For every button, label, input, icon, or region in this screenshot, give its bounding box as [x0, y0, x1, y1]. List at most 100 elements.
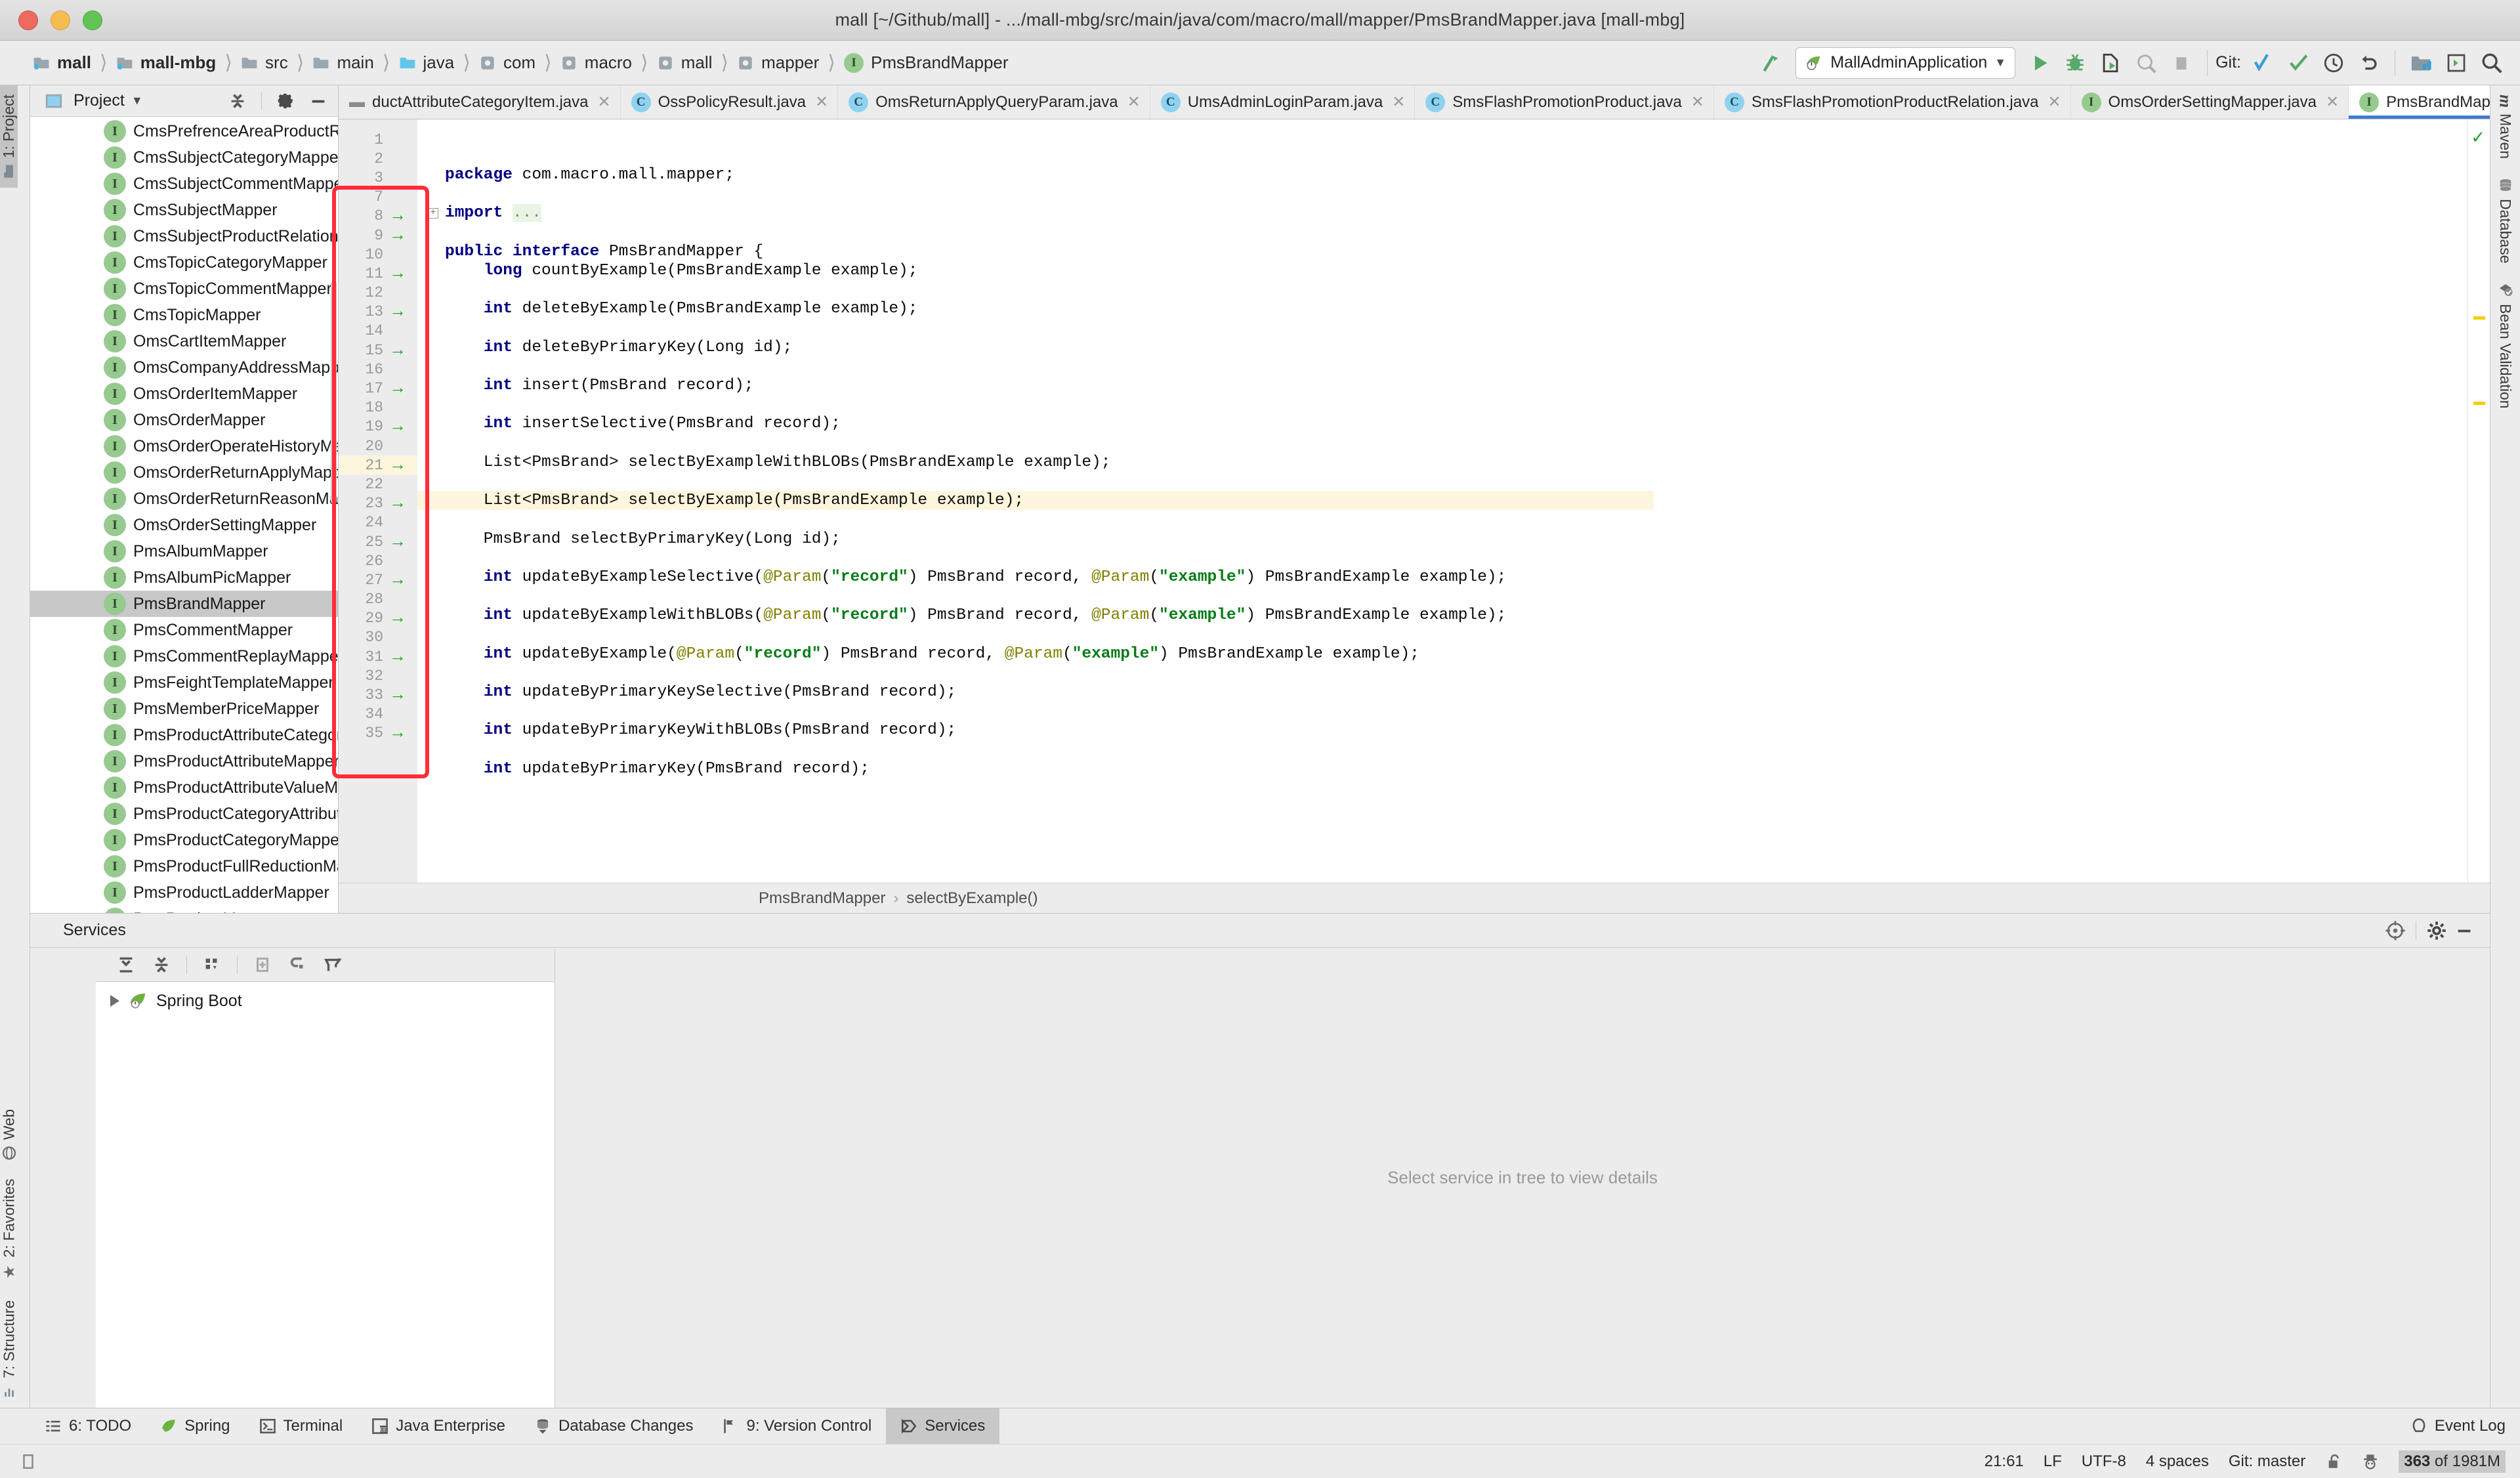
code-line[interactable]: public interface PmsBrandMapper {	[417, 242, 1654, 261]
code-line[interactable]: PmsBrand selectByPrimaryKey(Long id);	[417, 530, 1654, 549]
filter-icon[interactable]	[318, 950, 349, 979]
code-line[interactable]	[417, 740, 1654, 759]
editor-tab[interactable]: ▬ ductAttributeCategoryItem.java ✕	[339, 85, 621, 119]
error-stripe[interactable]: ✓	[2468, 119, 2490, 883]
breadcrumb-member[interactable]: selectByExample()	[906, 889, 1038, 908]
collapse-all-icon[interactable]	[146, 950, 177, 979]
implementation-arrow-icon[interactable]: →	[383, 572, 412, 589]
gutter-line[interactable]: 35 →	[339, 724, 417, 743]
gutter-line[interactable]: 24	[339, 513, 417, 532]
project-tree-scrollbar[interactable]	[331, 281, 337, 504]
gutter-line[interactable]: 16	[339, 360, 417, 379]
code-line[interactable]	[417, 510, 1654, 529]
status-bar-left-icon[interactable]	[20, 1453, 37, 1470]
code-line[interactable]	[417, 395, 1654, 414]
file-encoding[interactable]: UTF-8	[2082, 1452, 2126, 1471]
stripe-mark[interactable]	[2473, 316, 2485, 320]
code-line[interactable]: package com.macro.mall.mapper;	[417, 165, 1654, 184]
code-line[interactable]: int deleteByPrimaryKey(Long id);	[417, 338, 1654, 357]
breadcrumb-item-main[interactable]: main	[310, 41, 376, 85]
gutter-line[interactable]: 14	[339, 322, 417, 341]
editor-tab[interactable]: C OmsReturnApplyQueryParam.java ✕	[838, 85, 1150, 119]
implementation-arrow-icon[interactable]: →	[383, 725, 412, 742]
project-tree-item[interactable]: I PmsAlbumMapper	[30, 538, 338, 564]
breadcrumb-item-src[interactable]: src	[238, 41, 291, 85]
fold-expand-icon[interactable]: +	[428, 208, 438, 219]
gutter-line[interactable]: 30	[339, 628, 417, 647]
git-commit-icon[interactable]	[2280, 45, 2316, 81]
implementation-arrow-icon[interactable]: →	[383, 686, 412, 704]
gutter-line[interactable]: 11 →	[339, 264, 417, 283]
code-line[interactable]	[417, 549, 1654, 568]
search-everywhere-icon[interactable]	[2474, 45, 2510, 81]
editor-tab[interactable]: I OmsOrderSettingMapper.java ✕	[2071, 85, 2349, 119]
code-line[interactable]	[417, 702, 1654, 721]
code-line[interactable]	[417, 280, 1654, 299]
project-tree-item[interactable]: I PmsMemberPriceMapper	[30, 696, 338, 722]
select-in-icon[interactable]	[2439, 45, 2474, 81]
close-icon[interactable]: ✕	[815, 93, 828, 112]
close-icon[interactable]: ✕	[2048, 93, 2061, 112]
code-line[interactable]: List<PmsBrand> selectByExampleWithBLOBs(…	[417, 453, 1654, 472]
editor-tab[interactable]: IPmsBrandMapper.java✕	[2349, 85, 2490, 119]
run-coverage-icon[interactable]	[2093, 45, 2128, 81]
breadcrumb-item-pmsbrandmapper[interactable]: I PmsBrandMapper	[841, 41, 1011, 85]
project-tree-item[interactable]: I CmsSubjectCategoryMapper	[30, 144, 338, 171]
project-tree-item[interactable]: I CmsPrefrenceAreaProductRela	[30, 118, 338, 144]
gutter-line[interactable]: 8 →	[339, 207, 417, 226]
gutter-line[interactable]: 15 →	[339, 341, 417, 360]
gutter-line[interactable]: 7	[339, 188, 417, 207]
project-tree-item[interactable]: I PmsProductCategoryAttributeR	[30, 801, 338, 827]
implementation-arrow-icon[interactable]: →	[383, 648, 412, 665]
gutter-line[interactable]: 12	[339, 284, 417, 303]
code-line[interactable]: int deleteByExample(PmsBrandExample exam…	[417, 299, 1654, 318]
code-line[interactable]: + import ...	[417, 203, 1654, 222]
implementation-arrow-icon[interactable]: →	[383, 380, 412, 397]
project-tree-item[interactable]: I CmsTopicMapper	[30, 302, 338, 328]
project-tree-item[interactable]: I OmsOrderMapper	[30, 407, 338, 433]
hide-panel-icon[interactable]	[2450, 917, 2478, 944]
services-tree[interactable]: Spring Boot	[96, 982, 555, 1408]
code-line[interactable]	[417, 625, 1654, 644]
gutter-line[interactable]: 20	[339, 436, 417, 455]
breadcrumb-item-macro[interactable]: macro	[558, 41, 635, 85]
project-tree-item[interactable]: I PmsProductAttributeMapper	[30, 748, 338, 774]
code-line[interactable]: int updateByPrimaryKey(PmsBrand record);	[417, 759, 1654, 778]
project-tree-item[interactable]: I CmsSubjectMapper	[30, 197, 338, 223]
project-tree-item[interactable]: I PmsFeightTemplateMapper	[30, 669, 338, 696]
expand-triangle-icon[interactable]	[110, 995, 119, 1007]
implementation-arrow-icon[interactable]: →	[383, 457, 412, 474]
gutter-line[interactable]: 31 →	[339, 647, 417, 666]
gutter-line[interactable]: 9 →	[339, 226, 417, 245]
implementation-arrow-icon[interactable]: →	[383, 342, 412, 359]
project-tree-item[interactable]: I OmsCompanyAddressMapper	[30, 354, 338, 381]
code-line[interactable]: int updateByExample(@Param("record") Pms…	[417, 644, 1654, 664]
gutter-line[interactable]: 22	[339, 475, 417, 494]
project-tree-item[interactable]: I PmsCommentReplayMapper	[30, 643, 338, 669]
code-line[interactable]: int updateByPrimaryKeySelective(PmsBrand…	[417, 683, 1654, 702]
gutter-line[interactable]: 2	[339, 149, 417, 168]
chevron-down-icon[interactable]: ▼	[131, 94, 143, 108]
project-tree-item[interactable]: I PmsProductAttributeCategoryM	[30, 722, 338, 748]
gutter-line[interactable]: 29 →	[339, 609, 417, 628]
breadcrumb-class[interactable]: PmsBrandMapper	[759, 889, 885, 908]
git-branch[interactable]: Git: master	[2229, 1452, 2305, 1471]
sidebar-item-database[interactable]: Database	[2490, 168, 2520, 272]
project-tree-item[interactable]: I OmsOrderSettingMapper	[30, 512, 338, 538]
editor-tab[interactable]: C UmsAdminLoginParam.java ✕	[1150, 85, 1416, 119]
code-line[interactable]	[417, 223, 1654, 242]
gutter-line[interactable]: 32	[339, 666, 417, 685]
inspector-hat-icon[interactable]	[2362, 1453, 2379, 1470]
gutter-line[interactable]: 13 →	[339, 303, 417, 322]
close-icon[interactable]: ✕	[2326, 93, 2339, 112]
implementation-arrow-icon[interactable]: →	[383, 418, 412, 435]
bottom-button-spring[interactable]: Spring	[146, 1408, 244, 1444]
project-tree-item[interactable]: I OmsOrderOperateHistoryMap	[30, 433, 338, 459]
editor-code[interactable]: package com.macro.mall.mapper; + import ..…	[417, 119, 1654, 883]
run-configuration-selector[interactable]: MallAdminApplication ▼	[1796, 47, 2016, 79]
close-icon[interactable]: ✕	[1691, 93, 1704, 112]
close-icon[interactable]: ✕	[1392, 93, 1405, 112]
project-tree-item[interactable]: I OmsOrderReturnReasonMappe	[30, 486, 338, 512]
code-line[interactable]: List<PmsBrand> selectByExample(PmsBrandE…	[417, 491, 1654, 511]
close-icon[interactable]: ✕	[1127, 93, 1141, 112]
